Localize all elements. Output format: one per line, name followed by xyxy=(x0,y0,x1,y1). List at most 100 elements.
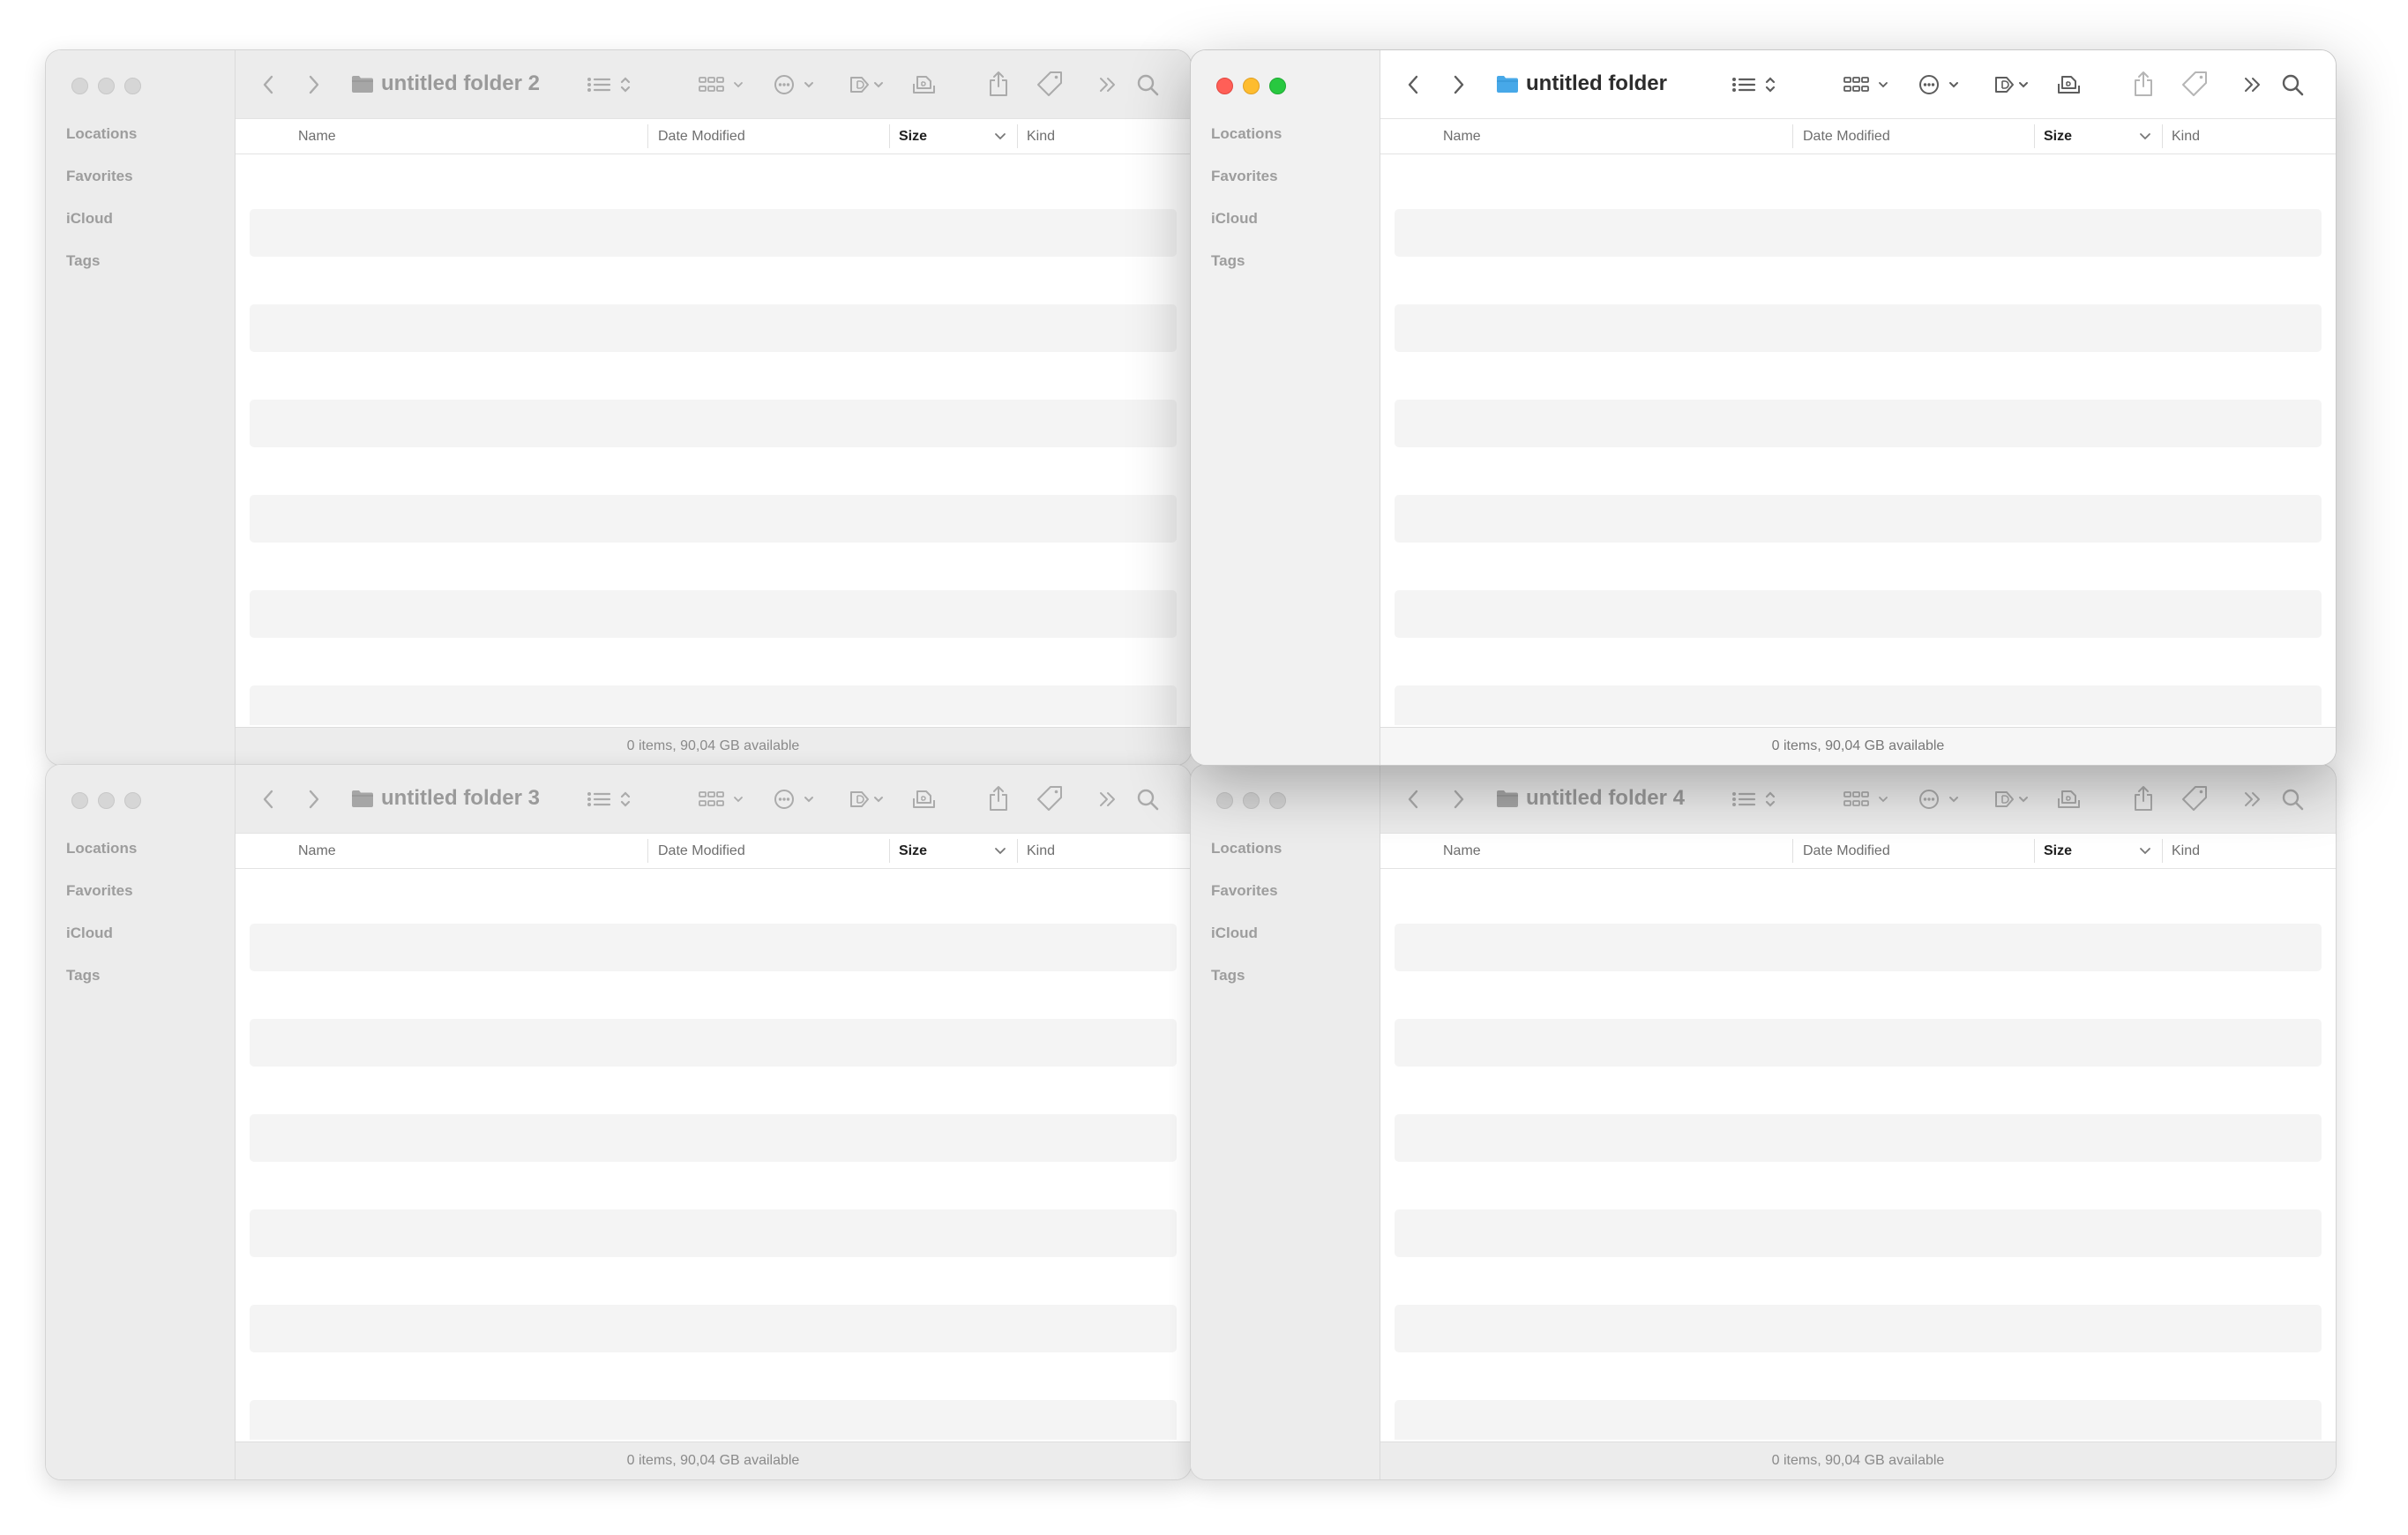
zoom-button[interactable] xyxy=(1269,78,1286,94)
sidebar-section-icloud[interactable]: iCloud xyxy=(1211,210,1258,228)
tag-menu-button[interactable] xyxy=(1993,784,2037,814)
more-toolbar-button[interactable] xyxy=(1093,70,1123,100)
minimize-button[interactable] xyxy=(1243,792,1260,809)
sidebar-section-tags[interactable]: Tags xyxy=(66,967,100,985)
share-button[interactable] xyxy=(983,782,1013,814)
action-menu-button[interactable] xyxy=(1917,784,1968,814)
view-options-button[interactable] xyxy=(1729,784,1782,814)
search-button[interactable] xyxy=(1133,70,1163,100)
sidebar-section-favorites[interactable]: Favorites xyxy=(66,168,133,185)
view-options-button[interactable] xyxy=(584,784,637,814)
sidebar-section-favorites[interactable]: Favorites xyxy=(66,882,133,900)
column-date-modified[interactable]: Date Modified xyxy=(1803,119,1890,154)
close-button[interactable] xyxy=(71,792,88,809)
share-button[interactable] xyxy=(2128,68,2158,100)
group-by-button[interactable] xyxy=(696,70,749,100)
sidebar-section-locations[interactable]: Locations xyxy=(66,840,137,857)
share-button[interactable] xyxy=(983,68,1013,100)
sidebar-section-locations[interactable]: Locations xyxy=(1211,125,1282,143)
sidebar-section-favorites[interactable]: Favorites xyxy=(1211,882,1278,900)
tags-button[interactable] xyxy=(2177,782,2212,814)
zoom-button[interactable] xyxy=(124,78,141,94)
column-divider[interactable] xyxy=(2034,124,2035,148)
tag-menu-button[interactable] xyxy=(1993,70,2037,100)
file-list[interactable] xyxy=(1380,154,2336,725)
sidebar-section-icloud[interactable]: iCloud xyxy=(66,210,113,228)
zoom-button[interactable] xyxy=(1269,792,1286,809)
column-size[interactable]: Size xyxy=(899,119,927,154)
minimize-button[interactable] xyxy=(98,78,115,94)
column-kind[interactable]: Kind xyxy=(2172,834,2200,868)
column-date-modified[interactable]: Date Modified xyxy=(658,119,745,154)
sidebar-section-tags[interactable]: Tags xyxy=(66,252,100,270)
column-divider[interactable] xyxy=(2162,839,2163,863)
column-kind[interactable]: Kind xyxy=(2172,119,2200,154)
forward-button[interactable] xyxy=(299,784,329,814)
column-name[interactable]: Name xyxy=(1443,119,1481,154)
action-menu-button[interactable] xyxy=(772,70,823,100)
tags-button[interactable] xyxy=(1032,782,1067,814)
tags-button[interactable] xyxy=(2177,68,2212,100)
minimize-button[interactable] xyxy=(98,792,115,809)
column-size[interactable]: Size xyxy=(899,834,927,868)
column-divider[interactable] xyxy=(889,124,890,148)
more-toolbar-button[interactable] xyxy=(2238,784,2268,814)
sidebar-section-tags[interactable]: Tags xyxy=(1211,252,1245,270)
column-divider[interactable] xyxy=(1792,124,1793,148)
zoom-button[interactable] xyxy=(124,792,141,809)
sidebar-section-icloud[interactable]: iCloud xyxy=(1211,925,1258,942)
view-options-button[interactable] xyxy=(584,70,637,100)
column-divider[interactable] xyxy=(1792,839,1793,863)
column-kind[interactable]: Kind xyxy=(1027,119,1055,154)
sidebar-section-favorites[interactable]: Favorites xyxy=(1211,168,1278,185)
column-divider[interactable] xyxy=(647,839,648,863)
back-button[interactable] xyxy=(253,70,283,100)
finder-window-untitled-folder-2[interactable]: Locations Favorites iCloud Tags untitled… xyxy=(45,49,1192,766)
column-divider[interactable] xyxy=(647,124,648,148)
column-name[interactable]: Name xyxy=(298,119,336,154)
forward-button[interactable] xyxy=(299,70,329,100)
file-list[interactable] xyxy=(236,154,1191,725)
tag-menu-button[interactable] xyxy=(848,70,892,100)
search-button[interactable] xyxy=(1133,784,1163,814)
column-date-modified[interactable]: Date Modified xyxy=(1803,834,1890,868)
action-menu-button[interactable] xyxy=(772,784,823,814)
view-options-button[interactable] xyxy=(1729,70,1782,100)
file-list[interactable] xyxy=(1380,869,2336,1440)
file-list[interactable] xyxy=(236,869,1191,1440)
finder-window-untitled-folder[interactable]: Locations Favorites iCloud Tags untitled… xyxy=(1190,49,2337,766)
column-size[interactable]: Size xyxy=(2044,834,2072,868)
finder-window-untitled-folder-3[interactable]: Locations Favorites iCloud Tags untitled… xyxy=(45,764,1192,1480)
search-button[interactable] xyxy=(2277,784,2307,814)
airdrop-button[interactable] xyxy=(2053,70,2085,100)
group-by-button[interactable] xyxy=(1841,784,1894,814)
group-by-button[interactable] xyxy=(1841,70,1894,100)
column-size[interactable]: Size xyxy=(2044,119,2072,154)
sidebar-section-tags[interactable]: Tags xyxy=(1211,967,1245,985)
sidebar-section-icloud[interactable]: iCloud xyxy=(66,925,113,942)
forward-button[interactable] xyxy=(1444,70,1474,100)
action-menu-button[interactable] xyxy=(1917,70,1968,100)
search-button[interactable] xyxy=(2277,70,2307,100)
column-kind[interactable]: Kind xyxy=(1027,834,1055,868)
more-toolbar-button[interactable] xyxy=(1093,784,1123,814)
finder-window-untitled-folder-4[interactable]: Locations Favorites iCloud Tags untitled… xyxy=(1190,764,2337,1480)
tag-menu-button[interactable] xyxy=(848,784,892,814)
forward-button[interactable] xyxy=(1444,784,1474,814)
column-date-modified[interactable]: Date Modified xyxy=(658,834,745,868)
close-button[interactable] xyxy=(71,78,88,94)
back-button[interactable] xyxy=(253,784,283,814)
sidebar-section-locations[interactable]: Locations xyxy=(1211,840,1282,857)
group-by-button[interactable] xyxy=(696,784,749,814)
sidebar-section-locations[interactable]: Locations xyxy=(66,125,137,143)
share-button[interactable] xyxy=(2128,782,2158,814)
minimize-button[interactable] xyxy=(1243,78,1260,94)
airdrop-button[interactable] xyxy=(2053,784,2085,814)
back-button[interactable] xyxy=(1398,784,1428,814)
column-divider[interactable] xyxy=(2162,124,2163,148)
close-button[interactable] xyxy=(1216,792,1233,809)
column-divider[interactable] xyxy=(1017,839,1018,863)
close-button[interactable] xyxy=(1216,78,1233,94)
column-name[interactable]: Name xyxy=(298,834,336,868)
tags-button[interactable] xyxy=(1032,68,1067,100)
